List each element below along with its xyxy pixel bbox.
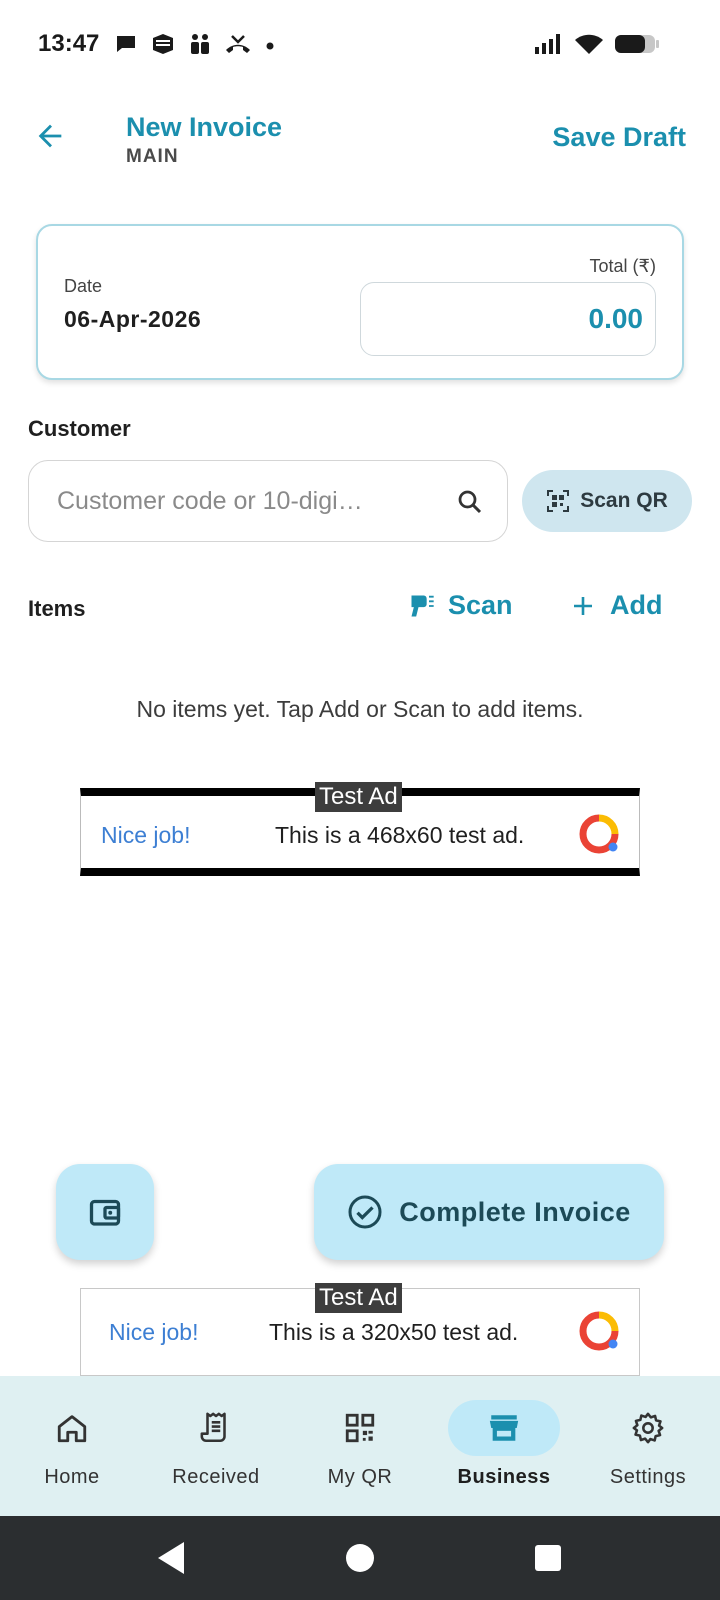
gear-icon (632, 1412, 664, 1444)
complete-invoice-button[interactable]: Complete Invoice (314, 1164, 664, 1260)
notification-icons (114, 32, 276, 56)
people-notification-icon (191, 34, 209, 54)
signal-icon (535, 34, 560, 54)
total-value: 0.00 (588, 303, 644, 334)
banner-ad-320[interactable]: Test Ad Nice job! This is a 320x50 test … (80, 1283, 640, 1376)
nav-item-my-qr[interactable]: My QR (288, 1376, 432, 1516)
save-draft-button[interactable]: Save Draft (552, 122, 686, 153)
complete-invoice-label: Complete Invoice (399, 1196, 631, 1227)
ad-text: This is a 320x50 test ad. (269, 1319, 519, 1345)
ad-text: This is a 468x60 test ad. (275, 822, 525, 848)
date-value[interactable]: 06-Apr-2026 (64, 306, 201, 333)
status-time: 13:47 (38, 30, 100, 57)
chat-notification-icon (117, 36, 135, 52)
total-label: Total (₹) (589, 256, 656, 276)
battery-icon (615, 35, 659, 53)
back-triangle-icon[interactable] (154, 1540, 188, 1576)
ad-headline: Nice job! (109, 1319, 199, 1345)
wallet-button[interactable] (56, 1164, 154, 1260)
nav-label-received: Received (172, 1466, 260, 1488)
back-button[interactable] (28, 114, 72, 158)
store-icon (489, 1415, 519, 1441)
status-bar: 13:47 (0, 0, 720, 90)
nav-item-settings[interactable]: Settings (576, 1376, 720, 1516)
nav-item-received[interactable]: Received (144, 1376, 288, 1516)
nav-item-home[interactable]: Home (0, 1376, 144, 1516)
recents-square-icon[interactable] (534, 1544, 562, 1572)
nav-item-business[interactable]: Business (432, 1376, 576, 1516)
wallet-icon (89, 1199, 121, 1226)
ad-network-logo-icon (579, 814, 619, 854)
total-field: 0.00 (360, 282, 656, 356)
system-icons (534, 32, 660, 56)
date-label: Date (64, 276, 103, 296)
system-navigation-bar (0, 1516, 720, 1600)
receipt-icon (200, 1412, 226, 1443)
customer-search-input[interactable]: Customer code or 10-digi… (28, 460, 508, 542)
home-circle-icon[interactable] (344, 1542, 376, 1574)
missed-call-icon (226, 35, 250, 53)
ad-headline: Nice job! (101, 822, 191, 848)
items-label: Items (28, 596, 86, 621)
home-icon (57, 1415, 87, 1443)
check-circle-icon (348, 1195, 382, 1229)
page-title: New Invoice (126, 112, 283, 142)
ad-tag: Test Ad (315, 1283, 402, 1313)
scan-qr-button[interactable]: Scan QR (522, 470, 692, 532)
empty-items-message: No items yet. Tap Add or Scan to add ite… (136, 696, 584, 722)
ad-tag: Test Ad (315, 782, 402, 812)
more-notifications-icon (266, 42, 274, 50)
nav-label-my-qr: My QR (327, 1466, 393, 1488)
wifi-icon (575, 34, 603, 54)
nav-label-business: Business (457, 1466, 551, 1488)
customer-input-placeholder: Customer code or 10-digi… (57, 487, 363, 515)
page-subtitle: MAIN (126, 146, 179, 167)
ad-network-logo-icon (579, 1311, 619, 1351)
app-notification-icon (153, 34, 173, 54)
plus-icon (574, 596, 592, 615)
add-item-label: Add (610, 590, 663, 620)
qr-scan-icon (547, 490, 570, 512)
search-icon[interactable] (455, 487, 485, 517)
bottom-navigation: Home Received My QR Business Settings (0, 1376, 720, 1516)
nav-label-home: Home (44, 1466, 100, 1488)
nav-label-settings: Settings (609, 1466, 687, 1488)
add-item-button[interactable]: Add (572, 590, 662, 621)
banner-ad-468[interactable]: Test Ad Nice job! This is a 468x60 test … (80, 782, 640, 876)
customer-label: Customer (28, 416, 131, 441)
qr-code-icon (345, 1413, 375, 1443)
arrow-back-icon (38, 124, 62, 148)
barcode-scanner-icon (411, 595, 434, 616)
scan-items-label: Scan (448, 590, 513, 620)
scan-qr-label: Scan QR (580, 489, 668, 512)
scan-items-button[interactable]: Scan (408, 590, 513, 621)
invoice-summary-card: Date 06-Apr-2026 Total (₹) 0.00 (36, 224, 684, 380)
